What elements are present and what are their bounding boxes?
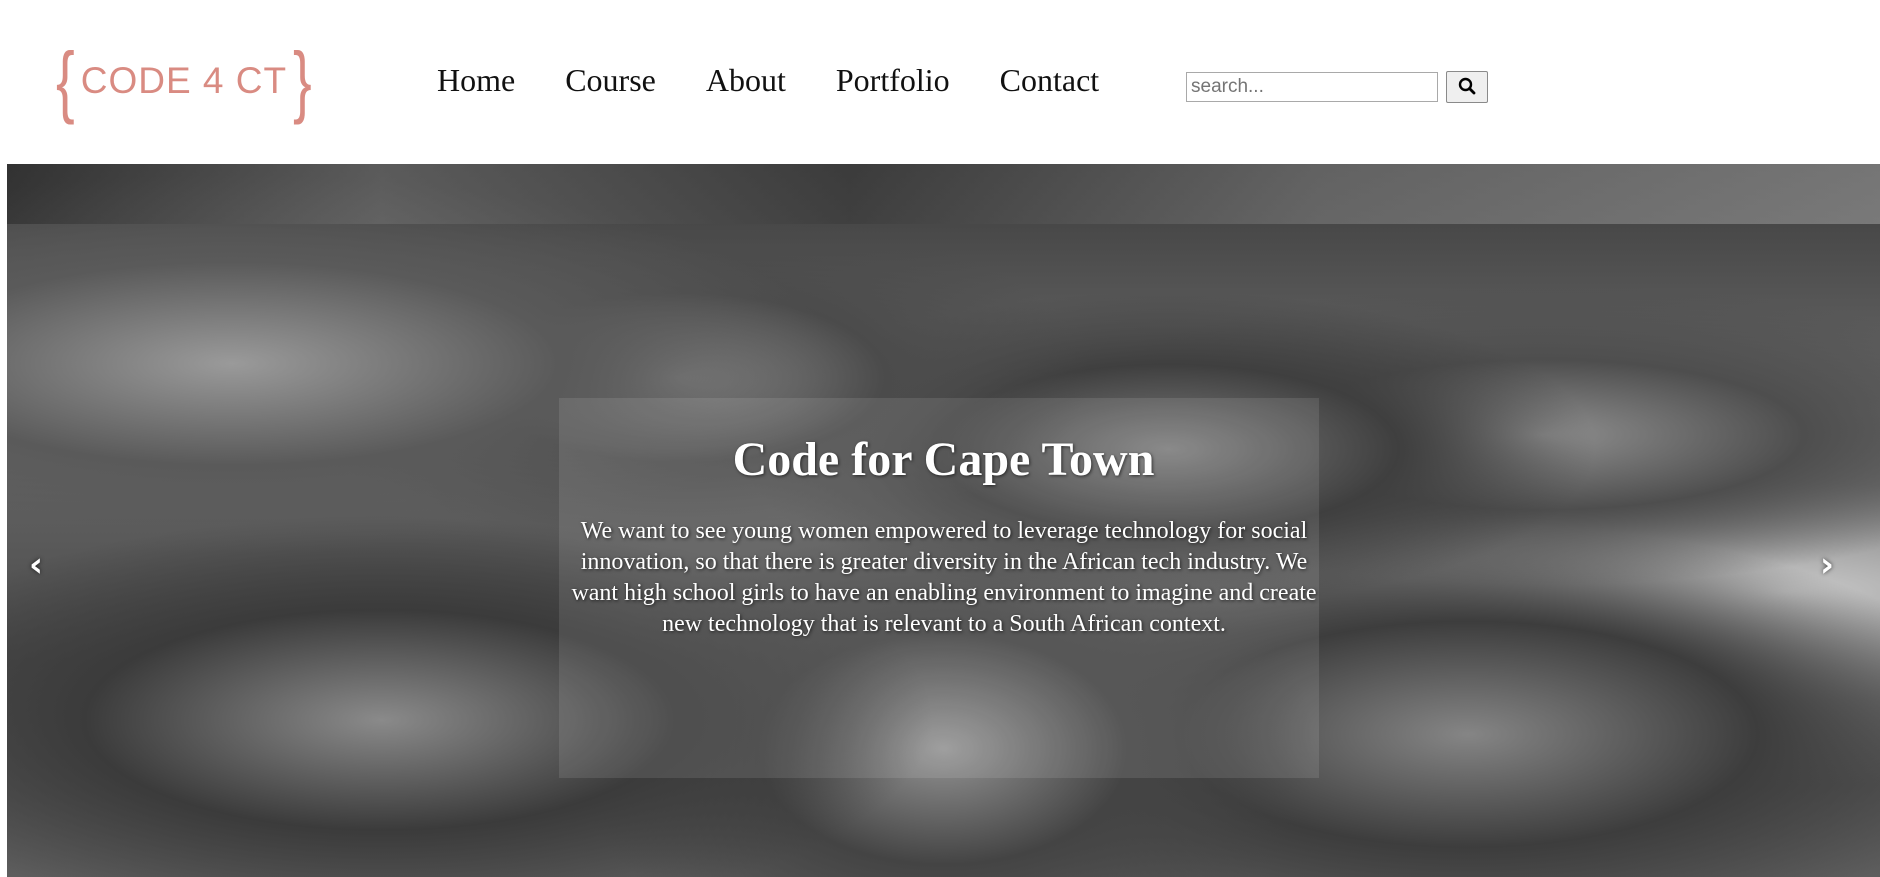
logo-brace-right: }	[293, 36, 312, 125]
hero-photo-wall	[7, 164, 1880, 224]
search-button[interactable]	[1446, 71, 1488, 103]
nav-item-portfolio[interactable]: Portfolio	[836, 62, 950, 99]
site-logo[interactable]: { CODE 4 CT }	[52, 36, 316, 125]
hero-carousel: Code for Cape Town We want to see young …	[7, 164, 1880, 877]
logo-brace-left: {	[56, 36, 75, 125]
nav-item-about[interactable]: About	[706, 62, 786, 99]
search-icon	[1458, 77, 1476, 98]
nav-item-home[interactable]: Home	[437, 62, 515, 99]
logo-text: CODE 4 CT	[80, 60, 288, 101]
hero-description: We want to see young women empowered to …	[571, 518, 1317, 637]
search-input[interactable]	[1186, 72, 1438, 102]
main-nav: Home Course About Portfolio Contact	[437, 62, 1149, 99]
carousel-prev-arrow-icon[interactable]: ‹	[29, 545, 43, 585]
nav-item-course[interactable]: Course	[565, 62, 656, 99]
site-header: { CODE 4 CT } Home Course About Portfoli…	[0, 0, 1880, 164]
search-bar	[1186, 71, 1488, 103]
carousel-next-arrow-icon[interactable]: ›	[1820, 545, 1834, 585]
nav-item-contact[interactable]: Contact	[1000, 62, 1100, 99]
hero-title: Code for Cape Town	[732, 433, 1155, 486]
